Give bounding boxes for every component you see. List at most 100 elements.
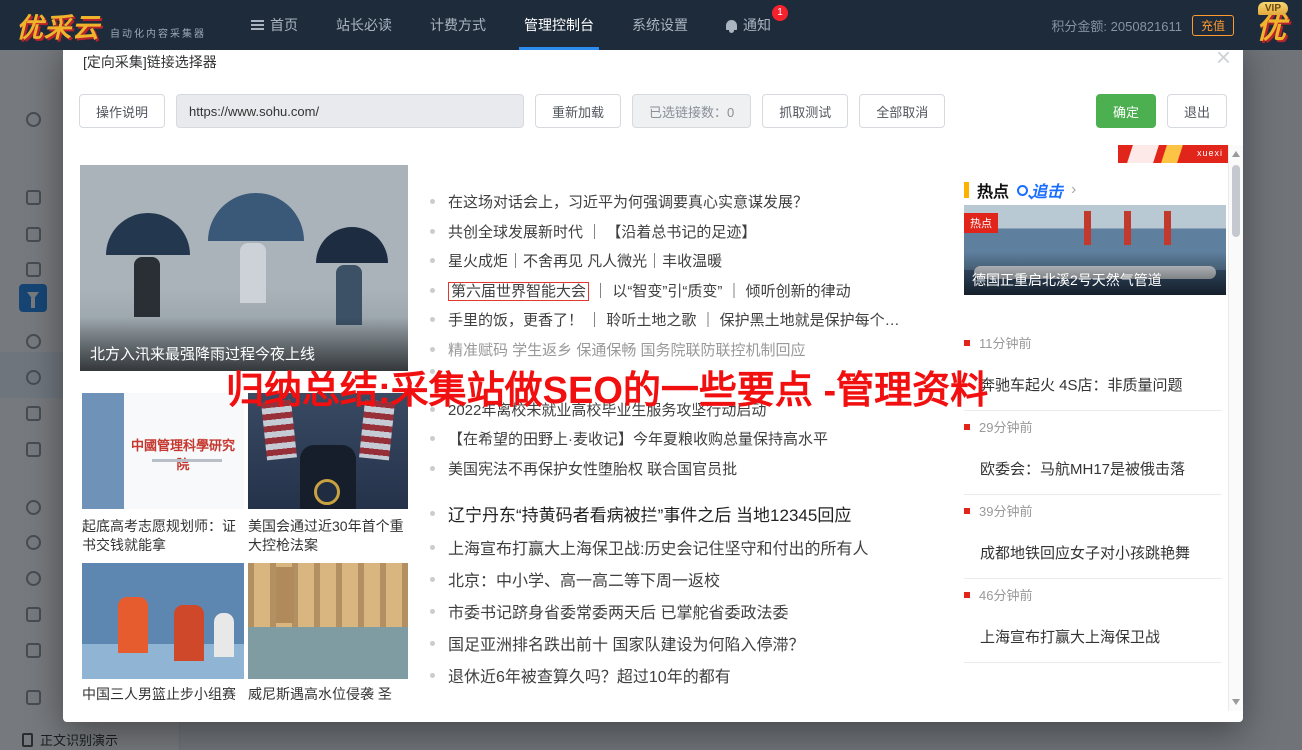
headline-link[interactable]: 共创全球发展新时代 ｜ 【沿着总书记的足迹】 bbox=[430, 221, 975, 242]
nav-right-area: 积分金额: 2050821611 充值 优 bbox=[1051, 3, 1286, 47]
nav-admin-console[interactable]: 管理控制台 bbox=[505, 0, 613, 50]
headline-link[interactable]: 在这场对话会上，习近平为何强调要真心实意谋发展？ bbox=[430, 191, 975, 212]
news-image-academy[interactable]: 中國管理科學研究院 bbox=[82, 393, 244, 509]
cancel-all-button[interactable]: 全部取消 bbox=[859, 94, 946, 128]
bullet-dot bbox=[430, 347, 435, 352]
player-shape bbox=[214, 613, 234, 657]
nav-system-settings[interactable]: 系统设置 bbox=[613, 0, 707, 50]
bell-icon bbox=[726, 20, 737, 33]
banner-shape bbox=[1125, 145, 1161, 163]
hero-image[interactable]: 北方入汛来最强降雨过程今夜上线 bbox=[80, 165, 408, 371]
hot-topics-panel: 热点 追击 › 热点 德国正重启北溪2号天然气管道 11分钟前 奔驰车起火 4S… bbox=[964, 175, 1226, 702]
nav-home-label: 首页 bbox=[270, 17, 298, 33]
credit-amount: 积分金额: 2050821611 bbox=[1051, 18, 1182, 34]
bullet-dot bbox=[430, 544, 435, 550]
help-button[interactable]: 操作说明 bbox=[79, 94, 166, 128]
player-shape bbox=[118, 597, 148, 653]
hot-topics-header[interactable]: 热点 追击 › bbox=[964, 178, 1076, 202]
red-square-bullet bbox=[964, 339, 970, 346]
podium-seal-shape bbox=[314, 479, 340, 505]
nav-label: 管理控制台 bbox=[524, 17, 594, 33]
headline-link[interactable]: 美国宪法不再保护女性堕胎权 联合国官员批 bbox=[430, 458, 975, 479]
bullet-dot bbox=[430, 317, 435, 322]
scrollbar-thumb[interactable] bbox=[1232, 165, 1240, 237]
recharge-button[interactable]: 充值 bbox=[1191, 14, 1234, 36]
headline-link[interactable]: 辽宁丹东“持黄码者看病被拦”事件之后 当地12345回应 bbox=[430, 501, 975, 526]
timestamp: 39分钟前 bbox=[964, 501, 1222, 520]
hot-image-caption: 德国正重启北溪2号天然气管道 bbox=[964, 252, 1226, 295]
headline-link[interactable]: 上海宣布打赢大上海保卫战:历史会记住坚守和付出的所有人 bbox=[430, 535, 975, 559]
hot-news-item[interactable]: 29分钟前 欧委会：马航MH17是被俄击落 bbox=[964, 411, 1222, 495]
nav-billing[interactable]: 计费方式 bbox=[411, 0, 505, 50]
banner-shape bbox=[1159, 145, 1185, 163]
reload-button[interactable]: 重新加载 bbox=[535, 94, 622, 128]
hot-news-title: 欧委会：马航MH17是被俄击落 bbox=[980, 461, 1186, 478]
red-square-bullet bbox=[964, 591, 970, 598]
vip-badge: VIP bbox=[1257, 2, 1288, 15]
crane-shape bbox=[1164, 211, 1171, 245]
headline-link[interactable]: 星火成炬｜不舍再见 凡人微光｜丰收温暖 bbox=[430, 250, 975, 271]
link-selector-dialog: [定向采集]链接选择器 × 操作说明 重新加载 已选链接数：0 抓取测试 全部取… bbox=[63, 40, 1243, 722]
scrollbar[interactable] bbox=[1228, 145, 1243, 711]
bullet-dot bbox=[430, 229, 435, 234]
bullet-dot bbox=[430, 466, 435, 471]
timestamp: 46分钟前 bbox=[964, 585, 1222, 604]
news-caption[interactable]: 起底高考志愿规划师：证书交钱就能拿 bbox=[82, 517, 242, 555]
bullet-dot bbox=[430, 436, 435, 441]
bullet-dot bbox=[430, 640, 435, 646]
nav-label: 站长必读 bbox=[336, 17, 392, 33]
nav-label: 计费方式 bbox=[430, 17, 486, 33]
timestamp: 11分钟前 bbox=[964, 333, 1222, 352]
academy-sign-line bbox=[152, 459, 222, 462]
accent-bar bbox=[964, 182, 969, 198]
chevron-right-icon[interactable]: › bbox=[1071, 181, 1076, 199]
nav-notifications[interactable]: 通知 1 bbox=[707, 0, 790, 50]
selected-links-count: 已选链接数：0 bbox=[632, 94, 752, 128]
news-caption[interactable]: 威尼斯遇高水位侵袭 圣 bbox=[248, 685, 408, 702]
confirm-button[interactable]: 确定 bbox=[1095, 94, 1156, 128]
app-logo[interactable]: 优采云 自动化内容采集器 bbox=[16, 6, 206, 45]
hot-news-item[interactable]: 46分钟前 上海宣布打赢大上海保卫战 bbox=[964, 579, 1222, 663]
red-square-bullet bbox=[964, 423, 970, 430]
embedded-webpage: xuexi 北方入汛来最强降雨过程今夜上线 中國管理科學研究院 起底高考志愿规划… bbox=[78, 145, 1228, 702]
app-logo-subtitle: 自动化内容采集器 bbox=[110, 28, 206, 40]
headline-link[interactable]: 精准赋码 学生返乡 保通保畅 国务院联防联控机制回应 bbox=[430, 339, 975, 360]
headline-link[interactable]: 市委书记跻身省委常委两天后 已掌舵省委政法委 bbox=[430, 599, 975, 623]
hot-topic-image[interactable]: 热点 德国正重启北溪2号天然气管道 bbox=[964, 205, 1226, 295]
nav-home[interactable]: 首页 bbox=[232, 0, 317, 50]
news-caption[interactable]: 美国会通过近30年首个重大控枪法案 bbox=[248, 517, 408, 555]
hot-news-item[interactable]: 11分钟前 奔驰车起火 4S店：非质量问题 bbox=[964, 327, 1222, 411]
main-nav: 首页 站长必读 计费方式 管理控制台 系统设置 通知 1 bbox=[232, 0, 790, 50]
headline-link[interactable]: 退休近6年被查算久吗？超过10年的都有 bbox=[430, 663, 975, 687]
academy-sign-text: 中國管理科學研究院 bbox=[130, 438, 235, 472]
dialog-title: [定向采集]链接选择器 bbox=[83, 54, 217, 70]
grab-test-button[interactable]: 抓取测试 bbox=[762, 94, 849, 128]
crane-shape bbox=[1124, 211, 1131, 245]
hot-news-item[interactable]: 39分钟前 成都地铁回应女子对小孩跳艳舞 bbox=[964, 495, 1222, 579]
promo-banner[interactable]: xuexi bbox=[1118, 145, 1228, 163]
exit-button[interactable]: 退出 bbox=[1166, 94, 1227, 128]
nav-webmaster-guide[interactable]: 站长必读 bbox=[317, 0, 411, 50]
scroll-up-icon[interactable] bbox=[1232, 151, 1240, 157]
figure-shape bbox=[134, 257, 160, 317]
news-image-basketball[interactable] bbox=[82, 563, 244, 679]
bullet-dot bbox=[430, 288, 435, 293]
scroll-down-icon[interactable] bbox=[1232, 699, 1240, 705]
news-caption[interactable]: 中国三人男篮止步小组赛 bbox=[82, 685, 242, 702]
headline-link[interactable]: 北京：中小学、高一高二等下周一返校 bbox=[430, 567, 975, 591]
headline-link[interactable]: 国足亚洲排名跌出前十 国家队建设为何陷入停滞？ bbox=[430, 631, 975, 655]
headline-link[interactable]: 手里的饭，更香了！ ｜ 聆听土地之歌 ｜ 保护黑土地就是保护每个… bbox=[430, 309, 975, 330]
player-shape bbox=[174, 605, 204, 661]
headline-link[interactable]: 【在希望的田野上·麦收记】今年夏粮收购总量保持高水平 bbox=[430, 428, 975, 449]
news-image-venice[interactable] bbox=[248, 563, 408, 679]
hot-title-blue: 追击 bbox=[1031, 184, 1064, 201]
bullet-dot bbox=[430, 608, 435, 614]
headline-link[interactable]: 第六届世界智能大会 ｜ 以“智变”引“质变” ｜ 倾听创新的律动 bbox=[430, 280, 975, 301]
hot-label: 热点 bbox=[964, 213, 998, 233]
url-input[interactable] bbox=[176, 94, 525, 128]
red-square-bullet bbox=[964, 507, 970, 514]
app-logo-text: 优采云 bbox=[16, 12, 100, 43]
hot-news-title: 成都地铁回应女子对小孩跳艳舞 bbox=[980, 545, 1191, 562]
magnifier-icon bbox=[1017, 184, 1029, 196]
selected-link-highlight[interactable]: 第六届世界智能大会 bbox=[448, 282, 590, 301]
